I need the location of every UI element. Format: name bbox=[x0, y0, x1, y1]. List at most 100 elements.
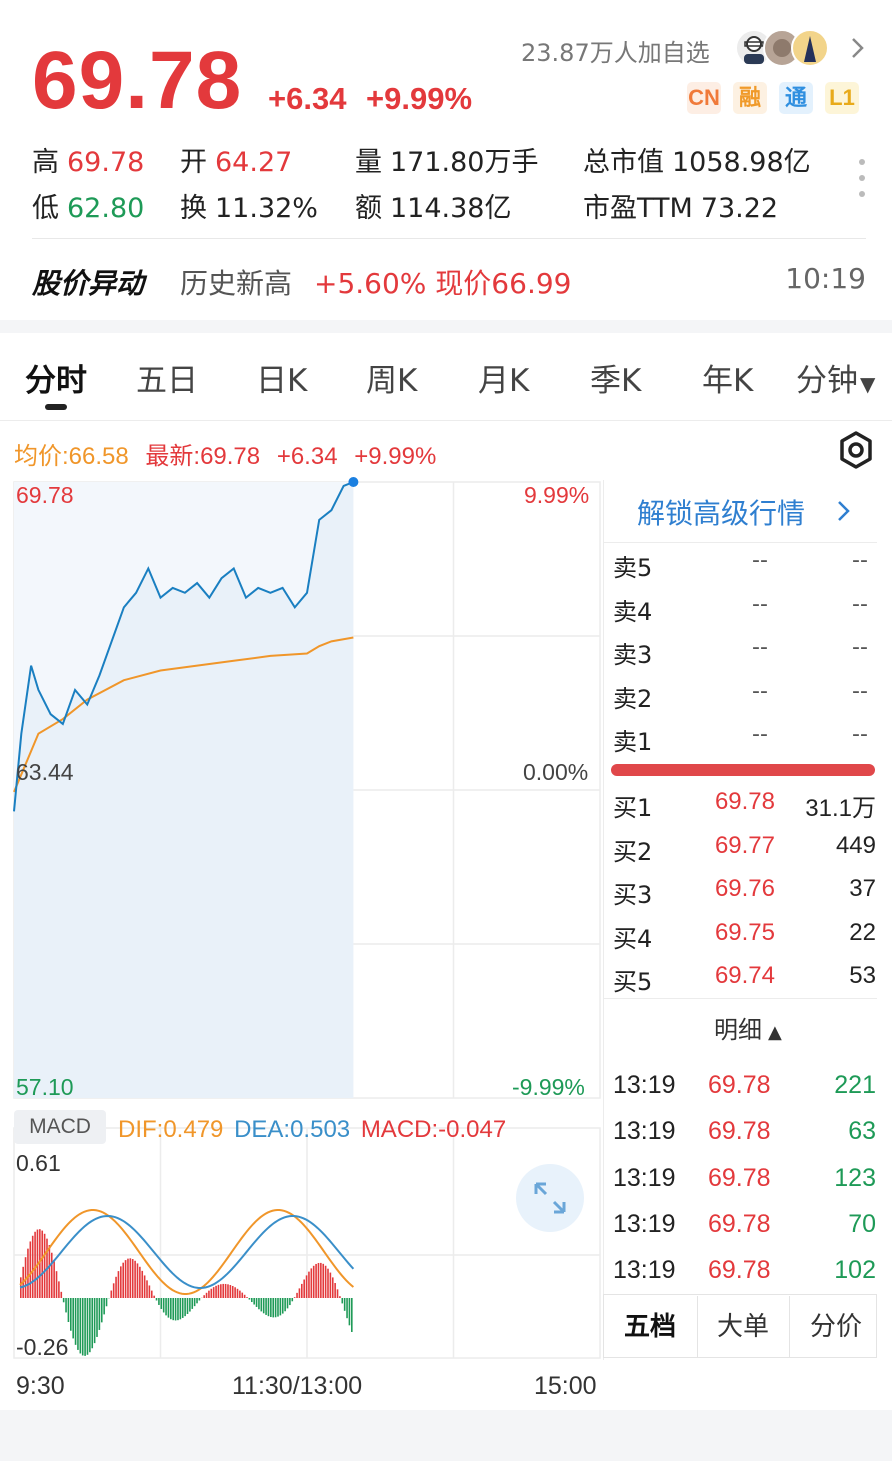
price-alert-bar[interactable]: 股价异动 历史新高 +5.60% 现价66.99 10:19 bbox=[32, 262, 866, 302]
unlock-advanced-quotes[interactable]: 解锁高级行情 bbox=[605, 490, 877, 534]
macd-bar bbox=[70, 1298, 72, 1331]
legend-avg: 均价:66.58 bbox=[14, 443, 129, 470]
macd-bar bbox=[229, 1285, 232, 1298]
macd-bar bbox=[351, 1298, 353, 1332]
stat-open-value: 64.27 bbox=[215, 147, 293, 178]
tick-price: 69.78 bbox=[708, 1163, 771, 1192]
stat-pe-value: 73.22 bbox=[700, 193, 779, 224]
stat-turnover-label: 换 bbox=[180, 193, 207, 224]
chevron-right-icon[interactable] bbox=[848, 33, 868, 63]
tab-minute-label: 分钟 bbox=[796, 363, 858, 399]
tab-monthly-k[interactable]: 月K bbox=[478, 355, 529, 400]
macd-bar bbox=[136, 1263, 139, 1298]
macd-bar bbox=[43, 1233, 46, 1298]
stat-mktcap-label: 总市值 bbox=[583, 147, 664, 178]
macd-bar bbox=[79, 1298, 82, 1354]
macd-bar bbox=[110, 1290, 113, 1298]
stat-low-label: 低 bbox=[32, 193, 59, 224]
stat-high: 高 69.78 bbox=[32, 140, 144, 179]
macd-bar bbox=[131, 1259, 134, 1298]
macd-bar bbox=[343, 1298, 346, 1311]
macd-bar bbox=[281, 1298, 284, 1314]
macd-bar bbox=[193, 1298, 196, 1307]
macd-bar bbox=[27, 1248, 29, 1298]
expand-chart-icon[interactable] bbox=[516, 1164, 584, 1232]
macd-bar bbox=[336, 1289, 339, 1298]
watchers-count[interactable]: 23.87万人加自选 bbox=[521, 33, 710, 68]
detail-toggle[interactable]: 明细 ▲ bbox=[714, 1010, 782, 1045]
macd-bar bbox=[208, 1290, 210, 1298]
tab-intraday[interactable]: 分时 bbox=[25, 355, 87, 400]
macd-bar bbox=[331, 1277, 334, 1298]
tab-minute[interactable]: 分钟 ▼ bbox=[796, 355, 875, 400]
macd-bar bbox=[167, 1298, 170, 1318]
bid-level-label: 买5 bbox=[613, 968, 653, 996]
badge-l1[interactable]: L1 bbox=[825, 82, 859, 114]
alert-title: 股价异动 bbox=[32, 267, 145, 300]
macd-bar bbox=[222, 1283, 225, 1298]
macd-bar bbox=[115, 1276, 117, 1298]
tab-daily-k[interactable]: 日K bbox=[256, 355, 307, 400]
badge-cn[interactable]: CN bbox=[687, 82, 721, 114]
tick-price: 69.78 bbox=[708, 1071, 771, 1099]
macd-bar bbox=[324, 1265, 327, 1298]
ask-price: -- bbox=[752, 678, 768, 704]
macd-bar bbox=[341, 1298, 344, 1304]
macd-bar bbox=[103, 1298, 105, 1315]
macd-bar bbox=[289, 1298, 291, 1306]
more-vertical-icon[interactable] bbox=[856, 156, 868, 200]
macd-bar bbox=[117, 1271, 120, 1298]
macd-bar bbox=[260, 1298, 263, 1312]
macd-indicator-tag[interactable]: MACD bbox=[14, 1110, 106, 1144]
divider bbox=[0, 420, 892, 421]
macd-bar bbox=[253, 1298, 255, 1305]
latest-price-dot bbox=[348, 477, 359, 487]
tab-weekly-k[interactable]: 周K bbox=[366, 355, 417, 400]
stat-open-label: 开 bbox=[180, 147, 207, 178]
divider bbox=[603, 542, 877, 543]
tab-price-distribution[interactable]: 分价 bbox=[790, 1296, 882, 1358]
stat-pe: 市盈TTM 73.22 bbox=[583, 186, 778, 225]
watchers-avatars[interactable] bbox=[734, 28, 834, 68]
stat-volume: 量 171.80万手 bbox=[355, 140, 538, 179]
current-price: 69.78 bbox=[32, 35, 243, 126]
ask-level-label: 卖3 bbox=[613, 641, 653, 669]
tab-five-levels[interactable]: 五档 bbox=[604, 1296, 696, 1358]
macd-bar bbox=[250, 1298, 253, 1303]
detail-label: 明细 bbox=[714, 1016, 762, 1044]
axis-mid-price: 63.44 bbox=[16, 759, 74, 785]
macd-dea-line bbox=[19, 1215, 355, 1289]
macd-bar bbox=[48, 1245, 51, 1298]
order-ratio-bar bbox=[611, 764, 875, 776]
badge-connect[interactable]: 通 bbox=[779, 82, 813, 114]
tab-five-day[interactable]: 五日 bbox=[136, 355, 198, 400]
badge-margin[interactable]: 融 bbox=[733, 82, 767, 114]
tab-active-indicator bbox=[45, 404, 67, 410]
macd-bar bbox=[60, 1291, 63, 1298]
macd-bar bbox=[112, 1283, 115, 1298]
macd-bar bbox=[31, 1235, 34, 1298]
quote-header: 69.78 +6.34 +9.99% 23.87万人加自选 CN 融 通 L1 … bbox=[0, 0, 892, 320]
stat-low: 低 62.80 bbox=[32, 186, 144, 225]
tab-large-orders[interactable]: 大单 bbox=[698, 1296, 788, 1358]
axis-bottom-pct: -9.99% bbox=[512, 1074, 585, 1100]
tab-yearly-k[interactable]: 年K bbox=[702, 355, 753, 400]
axis-top-price: 69.78 bbox=[16, 482, 74, 508]
macd-bar bbox=[165, 1298, 167, 1316]
tab-quarterly-k[interactable]: 季K bbox=[590, 355, 641, 400]
tick-volume: 123 bbox=[834, 1163, 876, 1192]
macd-bar bbox=[67, 1298, 70, 1322]
bid-volume: 53 bbox=[849, 962, 876, 989]
macd-bar bbox=[124, 1260, 127, 1298]
settings-gear-icon[interactable] bbox=[836, 430, 876, 470]
bid-level-label: 买4 bbox=[613, 924, 653, 953]
macd-bar bbox=[84, 1298, 86, 1356]
macd-bar bbox=[62, 1298, 65, 1303]
ask-volume: -- bbox=[852, 722, 868, 747]
tick-price: 69.78 bbox=[708, 1256, 771, 1285]
intraday-chart[interactable] bbox=[0, 476, 604, 1396]
macd-bar bbox=[146, 1280, 148, 1298]
tick-time: 13:19 bbox=[613, 1209, 676, 1238]
stat-volume-value: 171.80万手 bbox=[390, 147, 539, 178]
bid-level-label: 买2 bbox=[613, 837, 653, 866]
